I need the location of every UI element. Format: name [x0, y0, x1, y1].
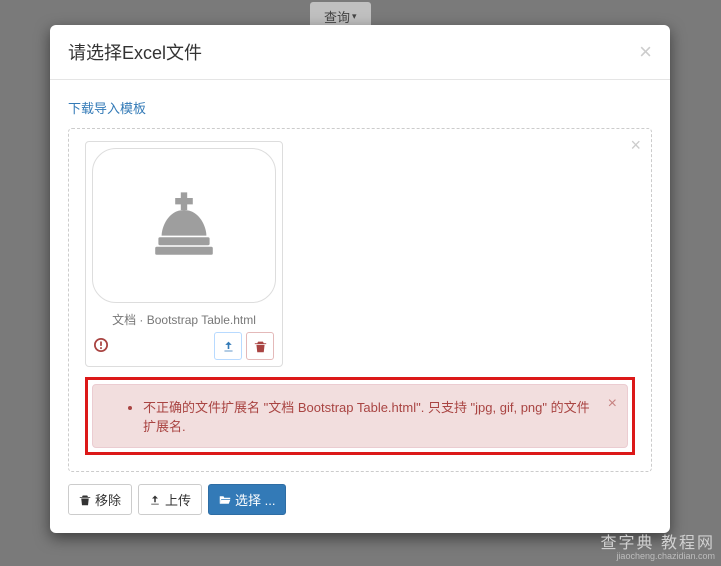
- error-indicator-icon: [94, 338, 108, 355]
- toolbar: 移除 上传 选择 ...: [68, 484, 652, 515]
- alert-close-icon[interactable]: ×: [608, 395, 617, 413]
- modal-title: 请选择Excel文件: [68, 39, 202, 65]
- upload-button[interactable]: 上传: [138, 484, 202, 515]
- file-caption: 文档 · Bootstrap Table.html: [92, 311, 276, 328]
- file-preview-image: [92, 148, 276, 303]
- modal-body: 下载导入模板 × 文档 · Bootstrap Table.html: [50, 80, 670, 533]
- close-icon[interactable]: ×: [639, 41, 652, 63]
- file-thumbnail: 文档 · Bootstrap Table.html: [85, 141, 283, 367]
- chevron-down-icon: ▾: [352, 11, 357, 22]
- query-button-label: 查询: [324, 7, 350, 26]
- trash-icon: [254, 340, 267, 353]
- watermark: 查字典 教程网 jiaocheng.chazidian.com: [601, 535, 715, 562]
- modal-header: 请选择Excel文件 ×: [50, 25, 670, 80]
- remove-button[interactable]: 移除: [68, 484, 132, 515]
- folder-open-icon: [219, 494, 231, 506]
- remove-button-label: 移除: [95, 490, 121, 509]
- select-button-label: 选择 ...: [235, 490, 275, 509]
- upload-icon: [149, 494, 161, 506]
- thumb-upload-button[interactable]: [214, 332, 242, 360]
- file-dropzone[interactable]: × 文档 · Bootstrap Table.html: [68, 128, 652, 472]
- watermark-main: 查字典 教程网: [601, 535, 715, 552]
- error-highlight-box: × 不正确的文件扩展名 "文档 Bootstrap Table.html". 只…: [85, 377, 635, 455]
- trash-icon: [79, 494, 91, 506]
- upload-icon: [222, 340, 235, 353]
- thumb-delete-button[interactable]: [246, 332, 274, 360]
- watermark-sub: jiaocheng.chazidian.com: [601, 552, 715, 562]
- chess-king-icon: [144, 186, 224, 266]
- excel-upload-modal: 请选择Excel文件 × 下载导入模板 × 文档 · Bootstrap Tab…: [50, 25, 670, 533]
- select-button[interactable]: 选择 ...: [208, 484, 286, 515]
- error-message: 不正确的文件扩展名 "文档 Bootstrap Table.html". 只支持…: [143, 397, 597, 435]
- error-alert: × 不正确的文件扩展名 "文档 Bootstrap Table.html". 只…: [92, 384, 628, 448]
- dropzone-close-icon[interactable]: ×: [630, 135, 641, 156]
- thumb-actions: [92, 332, 276, 360]
- upload-button-label: 上传: [165, 490, 191, 509]
- download-template-link[interactable]: 下载导入模板: [68, 101, 146, 116]
